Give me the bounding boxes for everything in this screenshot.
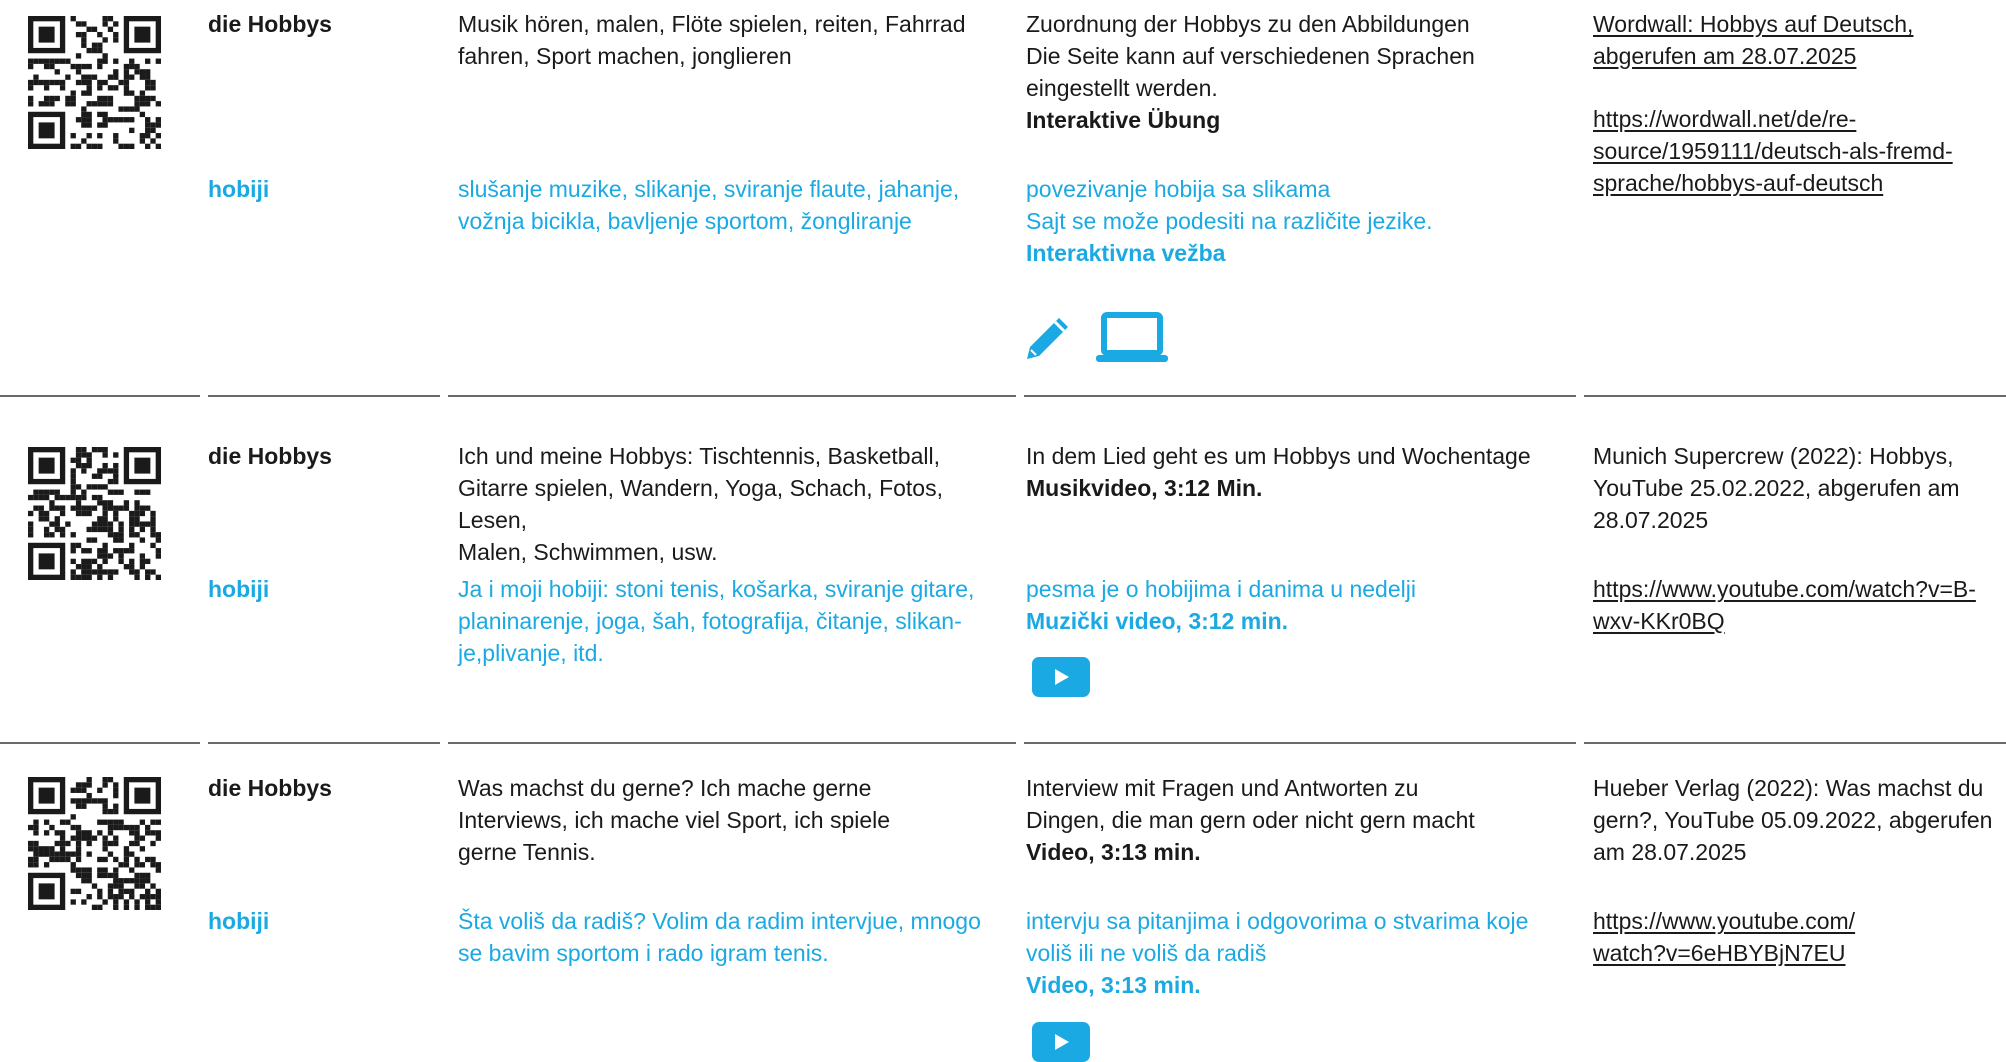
- row-divider: [1584, 395, 2006, 397]
- german-topics: Musik hören, malen, Flöte spielen, reite…: [458, 11, 966, 69]
- german-description-block: Interview mit Fragen und Antworten zu Di…: [1026, 772, 1586, 868]
- german-description: In dem Lied geht es um Hobbys und Wochen…: [1026, 443, 1531, 469]
- row-divider: [0, 742, 200, 744]
- row-divider: [448, 395, 1016, 397]
- serbian-label: hobiji: [208, 176, 270, 202]
- serbian-description-block: povezivanje hobija sa slikama Sajt se mo…: [1026, 173, 1586, 269]
- german-label: die Hobbys: [208, 443, 332, 469]
- german-label: die Hobbys: [208, 775, 332, 801]
- serbian-description: intervju sa pitanjima i odgovorima o stv…: [1026, 908, 1529, 966]
- source-block: Hueber Verlag (2022): Was machst du gern…: [1593, 772, 2006, 969]
- row-divider: [1584, 742, 2006, 744]
- play-icon[interactable]: [1032, 657, 1090, 697]
- row-divider: [208, 742, 440, 744]
- german-description: Zuordnung der Hobbys zu den Abbildungen …: [1026, 11, 1475, 101]
- german-description-block: Zuordnung der Hobbys zu den Abbildungen …: [1026, 8, 1586, 136]
- source-citation: Hueber Verlag (2022): Was machst du gern…: [1593, 775, 1993, 865]
- serbian-media-type: Interaktivna vežba: [1026, 240, 1226, 266]
- german-media-type: Musikvideo, 3:12 Min.: [1026, 475, 1263, 501]
- serbian-topics: Ja i moji hobiji: stoni tenis, košarka, …: [458, 576, 975, 666]
- serbian-topics: slušanje muzike, slikanje, sviranje flau…: [458, 176, 960, 234]
- source-url-link[interactable]: https://www.youtube.com/watch?v=B- wxv-K…: [1593, 576, 1976, 634]
- source-url-link[interactable]: https://www.youtube.com/ watch?v=6eHBYBj…: [1593, 908, 1855, 966]
- serbian-media-type: Muzički video, 3:12 min.: [1026, 608, 1289, 634]
- pencil-icon[interactable]: [1024, 314, 1072, 370]
- source-block: Munich Supercrew (2022): Hobbys, YouTube…: [1593, 440, 2006, 637]
- german-topics: Was machst du gerne? Ich mache gerne Int…: [458, 775, 891, 865]
- serbian-media-type: Video, 3:13 min.: [1026, 972, 1201, 998]
- play-icon[interactable]: [1032, 1022, 1090, 1062]
- resource-row-2: die Hobbys hobiji Ich und meine Hobbys: …: [0, 432, 2006, 742]
- media-icons: [1024, 312, 1170, 372]
- serbian-label: hobiji: [208, 908, 270, 934]
- row-divider: [208, 395, 440, 397]
- row-divider: [1024, 742, 1576, 744]
- row-divider: [1024, 395, 1576, 397]
- german-label: die Hobbys: [208, 11, 332, 37]
- resource-row-1: die Hobbys hobiji Musik hören, malen, Fl…: [0, 0, 2006, 395]
- serbian-description: pesma je o hobijima i danima u nedelji: [1026, 576, 1416, 602]
- serbian-description: povezivanje hobija sa slikama Sajt se mo…: [1026, 176, 1433, 234]
- german-description-block: In dem Lied geht es um Hobbys und Wochen…: [1026, 440, 1586, 504]
- source-citation: Munich Supercrew (2022): Hobbys, YouTube…: [1593, 443, 1960, 533]
- german-description: Interview mit Fragen und Antworten zu Di…: [1026, 775, 1475, 833]
- serbian-description-block: pesma je o hobijima i danima u nedelji M…: [1026, 573, 1586, 637]
- source-citation-link[interactable]: Wordwall: Hobbys auf Deutsch, abgerufen …: [1593, 11, 1913, 69]
- resource-row-3: die Hobbys hobiji Was machst du gerne? I…: [0, 762, 2006, 1062]
- german-topics: Ich und meine Hobbys: Tischtennis, Baske…: [458, 443, 943, 565]
- german-media-type: Interaktive Übung: [1026, 107, 1221, 133]
- row-divider: [448, 742, 1016, 744]
- serbian-topics: Šta voliš da radiš? Volim da radim inter…: [458, 908, 981, 966]
- media-icons: [1032, 657, 1090, 697]
- source-url-link[interactable]: https://wordwall.net/de/re- source/19591…: [1593, 106, 1953, 196]
- serbian-label: hobiji: [208, 576, 270, 602]
- source-block: Wordwall: Hobbys auf Deutsch, abgerufen …: [1593, 8, 2006, 199]
- row-divider: [0, 395, 200, 397]
- media-icons: [1032, 1022, 1090, 1062]
- german-media-type: Video, 3:13 min.: [1026, 839, 1201, 865]
- qr-code-icon[interactable]: [28, 16, 161, 149]
- laptop-icon[interactable]: [1094, 312, 1170, 372]
- qr-code-icon[interactable]: [28, 777, 161, 910]
- qr-code-icon[interactable]: [28, 447, 161, 580]
- serbian-description-block: intervju sa pitanjima i odgovorima o stv…: [1026, 905, 1586, 1001]
